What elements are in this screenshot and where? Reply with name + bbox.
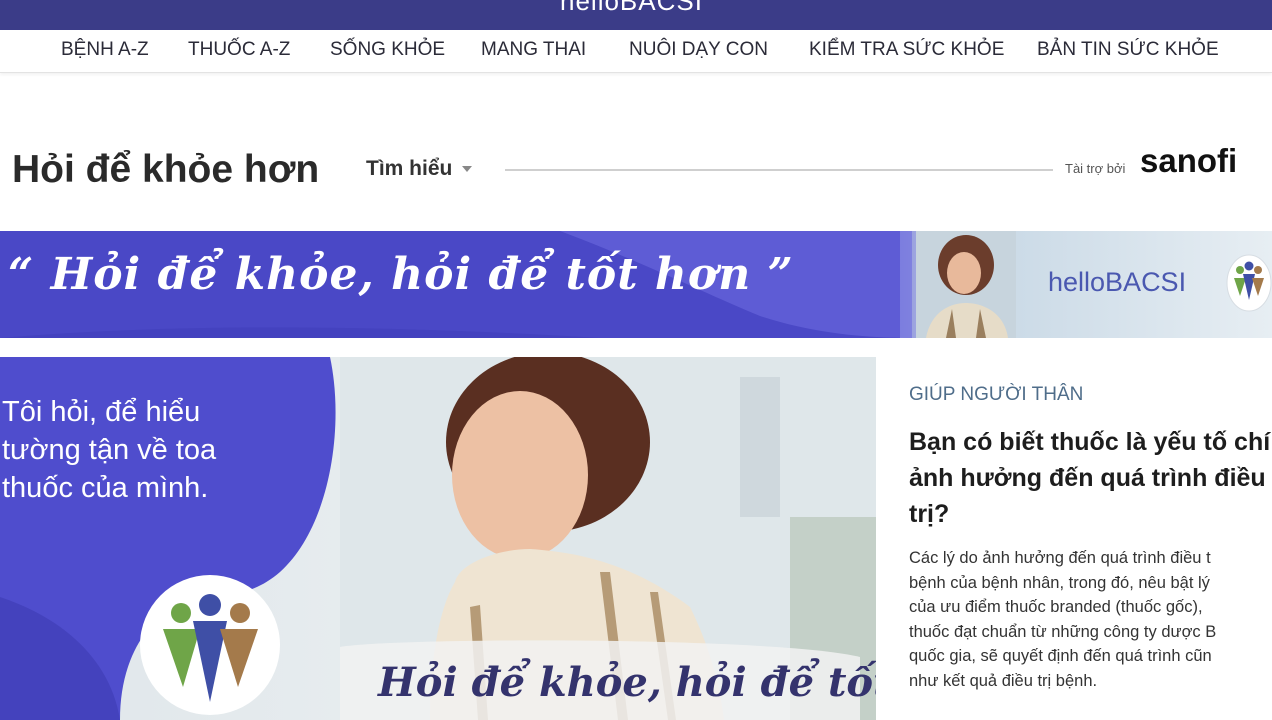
nav-item-kiem-tra-suc-khoe[interactable]: KIỂM TRA SỨC KHỎE bbox=[809, 39, 1004, 61]
nav-item-song-khoe[interactable]: SỐNG KHỎE bbox=[330, 39, 445, 61]
nav-item-benh-a-z[interactable]: BỆNH A-Z bbox=[61, 39, 149, 61]
article-summary-line: quốc gia, sẽ quyết định đến quá trình cũ… bbox=[909, 647, 1212, 665]
section-divider bbox=[505, 169, 1053, 171]
caret-down-icon bbox=[462, 166, 473, 173]
nav-item-nuoi-day-con[interactable]: NUÔI DẠY CON bbox=[629, 39, 768, 61]
hero-text-line: Tôi hỏi, để hiểu bbox=[2, 396, 201, 428]
article-title-line: ảnh hưởng đến quá trình điều bbox=[909, 464, 1266, 492]
nav-item-thuoc-a-z[interactable]: THUỐC A-Z bbox=[188, 39, 290, 61]
article-summary-line: bệnh của bệnh nhân, trong đó, nêu bật lý bbox=[909, 573, 1210, 592]
banner-slogan: “ Hỏi để khỏe, hỏi để tốt hơn ” bbox=[8, 249, 794, 300]
article-summary-line: của ưu điểm thuốc branded (thuốc gốc), bbox=[909, 598, 1203, 616]
hero-text: Tôi hỏi, để hiểu tường tận về toa thuốc … bbox=[2, 393, 216, 507]
nav-item-mang-thai[interactable]: MANG THAI bbox=[481, 39, 586, 61]
banner-brand-logo: helloBACSI bbox=[1048, 267, 1187, 297]
article-summary-line: Các lý do ảnh hưởng đến quá trình điều t bbox=[909, 549, 1211, 567]
site-logo[interactable]: helloBACSI bbox=[560, 0, 703, 17]
main-navigation: BỆNH A-Z THUỐC A-Z SỐNG KHỎE MANG THAI N… bbox=[0, 30, 1272, 73]
article-title-line: Bạn có biết thuốc là yếu tố chí bbox=[909, 428, 1271, 456]
article-summary-line: thuốc đạt chuẩn từ những công ty dược B bbox=[909, 622, 1217, 641]
article-title-line: trị? bbox=[909, 500, 950, 528]
explore-dropdown[interactable]: Tìm hiểu bbox=[366, 157, 473, 181]
article-summary-line: như kết quả điều trị bệnh. bbox=[909, 671, 1098, 690]
hero-image-panel[interactable]: Tôi hỏi, để hiểu tường tận về toa thuốc … bbox=[0, 357, 876, 720]
hero-text-line: thuốc của mình. bbox=[2, 472, 209, 504]
sponsor-label: Tài trợ bởi bbox=[1065, 161, 1126, 176]
article-summary: Các lý do ảnh hưởng đến quá trình điều t… bbox=[909, 546, 1216, 693]
sponsor-logo[interactable]: sanofi bbox=[1140, 142, 1237, 180]
family-emblem-icon bbox=[1226, 254, 1272, 312]
top-brand-bar: helloBACSI bbox=[0, 0, 1272, 30]
explore-label: Tìm hiểu bbox=[366, 157, 453, 180]
banner-portrait-image bbox=[916, 231, 1016, 338]
hero-slogan: Hỏi để khỏe, hỏi để tốt hơn bbox=[378, 659, 876, 706]
section-title: Hỏi để khỏe hơn bbox=[12, 148, 320, 191]
hero-text-line: tường tận về toa bbox=[2, 434, 217, 466]
article-category-link[interactable]: GIÚP NGƯỜI THÂN bbox=[909, 384, 1083, 406]
article-title-link[interactable]: Bạn có biết thuốc là yếu tố chí ảnh hưởn… bbox=[909, 424, 1272, 532]
nav-item-ban-tin-suc-khoe[interactable]: BẢN TIN SỨC KHỎE bbox=[1037, 39, 1219, 61]
